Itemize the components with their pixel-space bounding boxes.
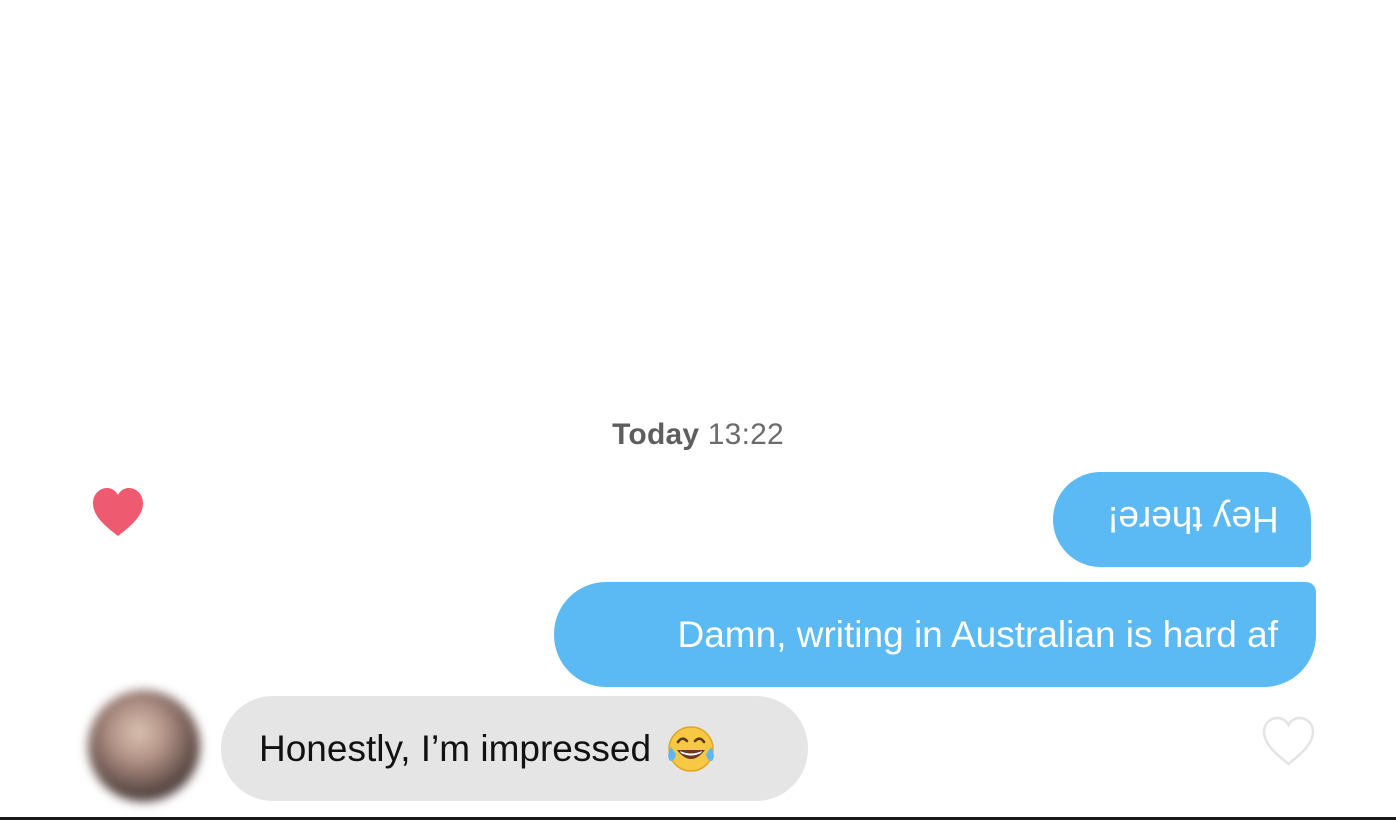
heart-filled-icon <box>93 488 143 536</box>
message-text: Honestly, I’m impressed <box>259 728 652 769</box>
sent-message-bubble[interactable]: Damn, writing in Australian is hard af <box>554 582 1316 687</box>
timestamp-day: Today <box>612 418 700 451</box>
received-message-bubble[interactable]: Honestly, I’m impressed <box>221 696 808 801</box>
heart-outline-icon[interactable] <box>1262 716 1315 767</box>
avatar[interactable] <box>88 690 200 802</box>
chat-screen: Today 13:22 Hey there! Damn, writing in … <box>0 0 1396 820</box>
sent-message-bubble[interactable]: Hey there! <box>1053 472 1311 567</box>
face-with-tears-of-joy-icon <box>668 725 714 772</box>
timestamp-time: 13:22 <box>707 418 784 451</box>
message-timestamp: Today 13:22 <box>0 418 1396 452</box>
message-text: Hey there! <box>1108 499 1279 540</box>
message-text: Damn, writing in Australian is hard af <box>677 614 1279 655</box>
